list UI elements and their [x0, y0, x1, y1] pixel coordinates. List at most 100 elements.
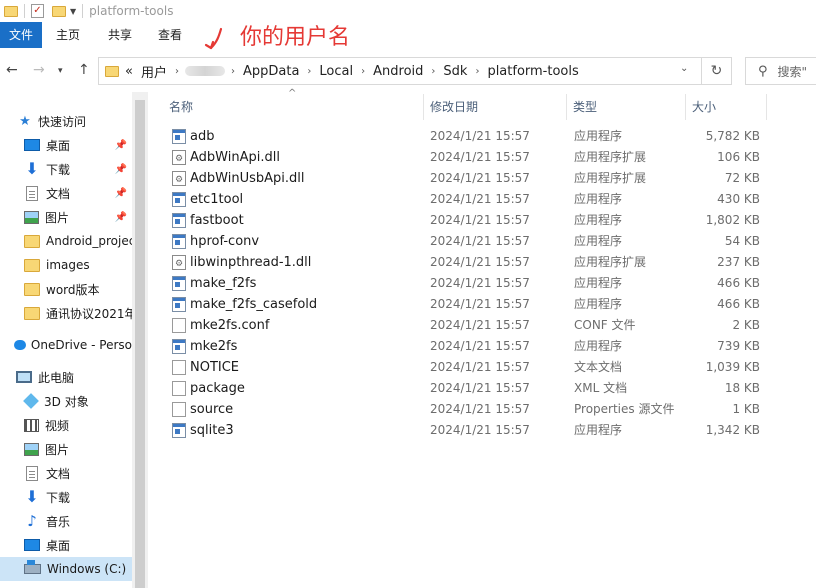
file-size: 1,039 KB: [705, 360, 760, 374]
pin-icon[interactable]: 📌: [115, 188, 127, 199]
file-size: 106 KB: [717, 150, 760, 164]
column-header-name[interactable]: 名称: [163, 92, 423, 122]
file-name: sqlite3: [190, 423, 234, 438]
computer-icon: [16, 371, 32, 383]
back-arrow-icon[interactable]: ←: [6, 62, 18, 78]
file-row[interactable]: make_f2fs 2024/1/21 15:57 应用程序 466 KB: [164, 273, 776, 294]
pin-icon[interactable]: 📌: [115, 212, 127, 223]
chevron-right-icon[interactable]: ›: [307, 66, 311, 77]
dll-file-icon: [172, 254, 186, 275]
sidebar-item-onedrive[interactable]: OneDrive - Perso: [0, 333, 132, 357]
file-row[interactable]: etc1tool 2024/1/21 15:57 应用程序 430 KB: [164, 189, 776, 210]
breadcrumb-item[interactable]: Android: [373, 64, 423, 79]
breadcrumb-item[interactable]: AppData: [243, 64, 299, 79]
sidebar-item-downloads[interactable]: ⬇ 下载: [0, 485, 132, 509]
chevron-right-icon[interactable]: ›: [231, 66, 235, 77]
file-row[interactable]: adb 2024/1/21 15:57 应用程序 5,782 KB: [164, 126, 776, 147]
chevron-right-icon[interactable]: ›: [361, 66, 365, 77]
file-row[interactable]: sqlite3 2024/1/21 15:57 应用程序 1,342 KB: [164, 420, 776, 441]
tab-view[interactable]: 查看: [146, 22, 194, 48]
address-dropdown-icon[interactable]: ⌄: [680, 63, 688, 74]
pin-icon[interactable]: 📌: [115, 140, 127, 151]
forward-arrow-icon[interactable]: →: [33, 62, 45, 78]
history-dropdown-icon[interactable]: ▾: [58, 66, 63, 76]
sidebar-item-drive-c[interactable]: Windows (C:): [0, 557, 132, 581]
breadcrumb-overflow[interactable]: «: [125, 64, 133, 79]
file-row[interactable]: fastboot 2024/1/21 15:57 应用程序 1,802 KB: [164, 210, 776, 231]
folder-icon: [24, 306, 40, 320]
breadcrumb-item[interactable]: Local: [319, 64, 353, 79]
scrollbar-thumb[interactable]: [135, 100, 145, 588]
navigation-pane: ★ 快速访问 桌面 📌 ⬇ 下载 📌 文档 📌 图片 📌 Android_pro…: [0, 92, 132, 588]
sidebar-item-this-pc[interactable]: 此电脑: [0, 365, 132, 389]
chevron-right-icon[interactable]: ›: [175, 66, 179, 77]
file-size: 72 KB: [724, 171, 760, 185]
refresh-button[interactable]: ↻: [702, 57, 732, 85]
picture-icon: [24, 442, 39, 456]
column-divider[interactable]: [766, 94, 767, 120]
file-size: 430 KB: [717, 192, 760, 206]
new-folder-icon[interactable]: [52, 5, 66, 17]
file-row[interactable]: make_f2fs_casefold 2024/1/21 15:57 应用程序 466…: [164, 294, 776, 315]
sidebar-item-3d-objects[interactable]: 3D 对象: [0, 389, 132, 413]
file-row[interactable]: source 2024/1/21 15:57 Properties 源文件 1 KB: [164, 399, 776, 420]
sidebar-item-videos[interactable]: 视频: [0, 413, 132, 437]
file-date: 2024/1/21 15:57: [430, 423, 530, 437]
sidebar-item-folder[interactable]: 通讯协议2021年: [0, 301, 132, 325]
column-header-type[interactable]: 类型: [567, 92, 685, 122]
file-date: 2024/1/21 15:57: [430, 297, 530, 311]
file-row[interactable]: libwinpthread-1.dll 2024/1/21 15:57 应用程序扩展…: [164, 252, 776, 275]
sidebar-item-folder[interactable]: word版本: [0, 277, 132, 301]
file-row[interactable]: mke2fs 2024/1/21 15:57 应用程序 739 KB: [164, 336, 776, 357]
file-name: etc1tool: [190, 192, 244, 207]
sidebar-item-pictures[interactable]: 图片: [0, 437, 132, 461]
music-icon: ♪: [27, 512, 37, 530]
sidebar-item-folder[interactable]: images: [0, 253, 132, 277]
breadcrumb-item[interactable]: platform-tools: [487, 64, 578, 79]
properties-icon[interactable]: ✓: [31, 4, 44, 18]
file-row[interactable]: package 2024/1/21 15:57 XML 文档 18 KB: [164, 378, 776, 399]
folder-icon: [4, 5, 18, 17]
file-row[interactable]: hprof-conv 2024/1/21 15:57 应用程序 54 KB: [164, 231, 776, 252]
file-name: package: [190, 381, 245, 396]
up-arrow-icon[interactable]: ↑: [78, 62, 90, 78]
tab-share[interactable]: 共享: [94, 22, 146, 48]
tab-file[interactable]: 文件: [0, 22, 43, 48]
sidebar-item-quick-access[interactable]: ★ 快速访问: [0, 109, 132, 133]
annotation-arrow-icon: [204, 27, 223, 50]
search-box[interactable]: ⚲ 搜索": [745, 57, 816, 85]
column-header-date[interactable]: 修改日期: [424, 92, 566, 122]
application-icon: [172, 276, 186, 291]
sidebar-item-documents[interactable]: 文档: [0, 461, 132, 485]
quick-access-dropdown-icon[interactable]: ▼: [70, 7, 76, 16]
file-date: 2024/1/21 15:57: [430, 213, 530, 227]
file-date: 2024/1/21 15:57: [430, 339, 530, 353]
sidebar-item-music[interactable]: ♪ 音乐: [0, 509, 132, 533]
sidebar-item-pictures[interactable]: 图片 📌: [0, 205, 132, 229]
file-name: mke2fs: [190, 339, 238, 354]
file-row[interactable]: AdbWinApi.dll 2024/1/21 15:57 应用程序扩展 106 KB: [164, 147, 776, 170]
sidebar-item-desktop[interactable]: 桌面: [0, 533, 132, 557]
file-row[interactable]: mke2fs.conf 2024/1/21 15:57 CONF 文件 2 KB: [164, 315, 776, 336]
sidebar-item-desktop[interactable]: 桌面 📌: [0, 133, 132, 157]
file-row[interactable]: AdbWinUsbApi.dll 2024/1/21 15:57 应用程序扩展 72 …: [164, 168, 776, 191]
sidebar-item-folder[interactable]: Android_projec: [0, 229, 132, 253]
file-size: 237 KB: [717, 255, 760, 269]
chevron-right-icon[interactable]: ›: [431, 66, 435, 77]
breadcrumb-item[interactable]: Sdk: [443, 64, 467, 79]
address-bar[interactable]: « 用户 › › AppData › Local › Android › Sdk…: [98, 57, 702, 85]
breadcrumb-item[interactable]: 用户: [141, 62, 167, 81]
search-icon: ⚲: [758, 63, 768, 79]
refresh-icon: ↻: [710, 63, 723, 79]
tab-home[interactable]: 主页: [56, 22, 94, 48]
chevron-right-icon[interactable]: ›: [475, 66, 479, 77]
file-type: 应用程序扩展: [574, 150, 647, 164]
sidebar-scrollbar[interactable]: [132, 92, 148, 588]
column-header-size[interactable]: 大小: [686, 92, 766, 122]
sidebar-item-documents[interactable]: 文档 📌: [0, 181, 132, 205]
pin-icon[interactable]: 📌: [115, 164, 127, 175]
sidebar-item-downloads[interactable]: ⬇ 下载 📌: [0, 157, 132, 181]
application-icon: [172, 339, 186, 354]
file-row[interactable]: NOTICE 2024/1/21 15:57 文本文档 1,039 KB: [164, 357, 776, 378]
download-icon: ⬇: [25, 487, 39, 506]
